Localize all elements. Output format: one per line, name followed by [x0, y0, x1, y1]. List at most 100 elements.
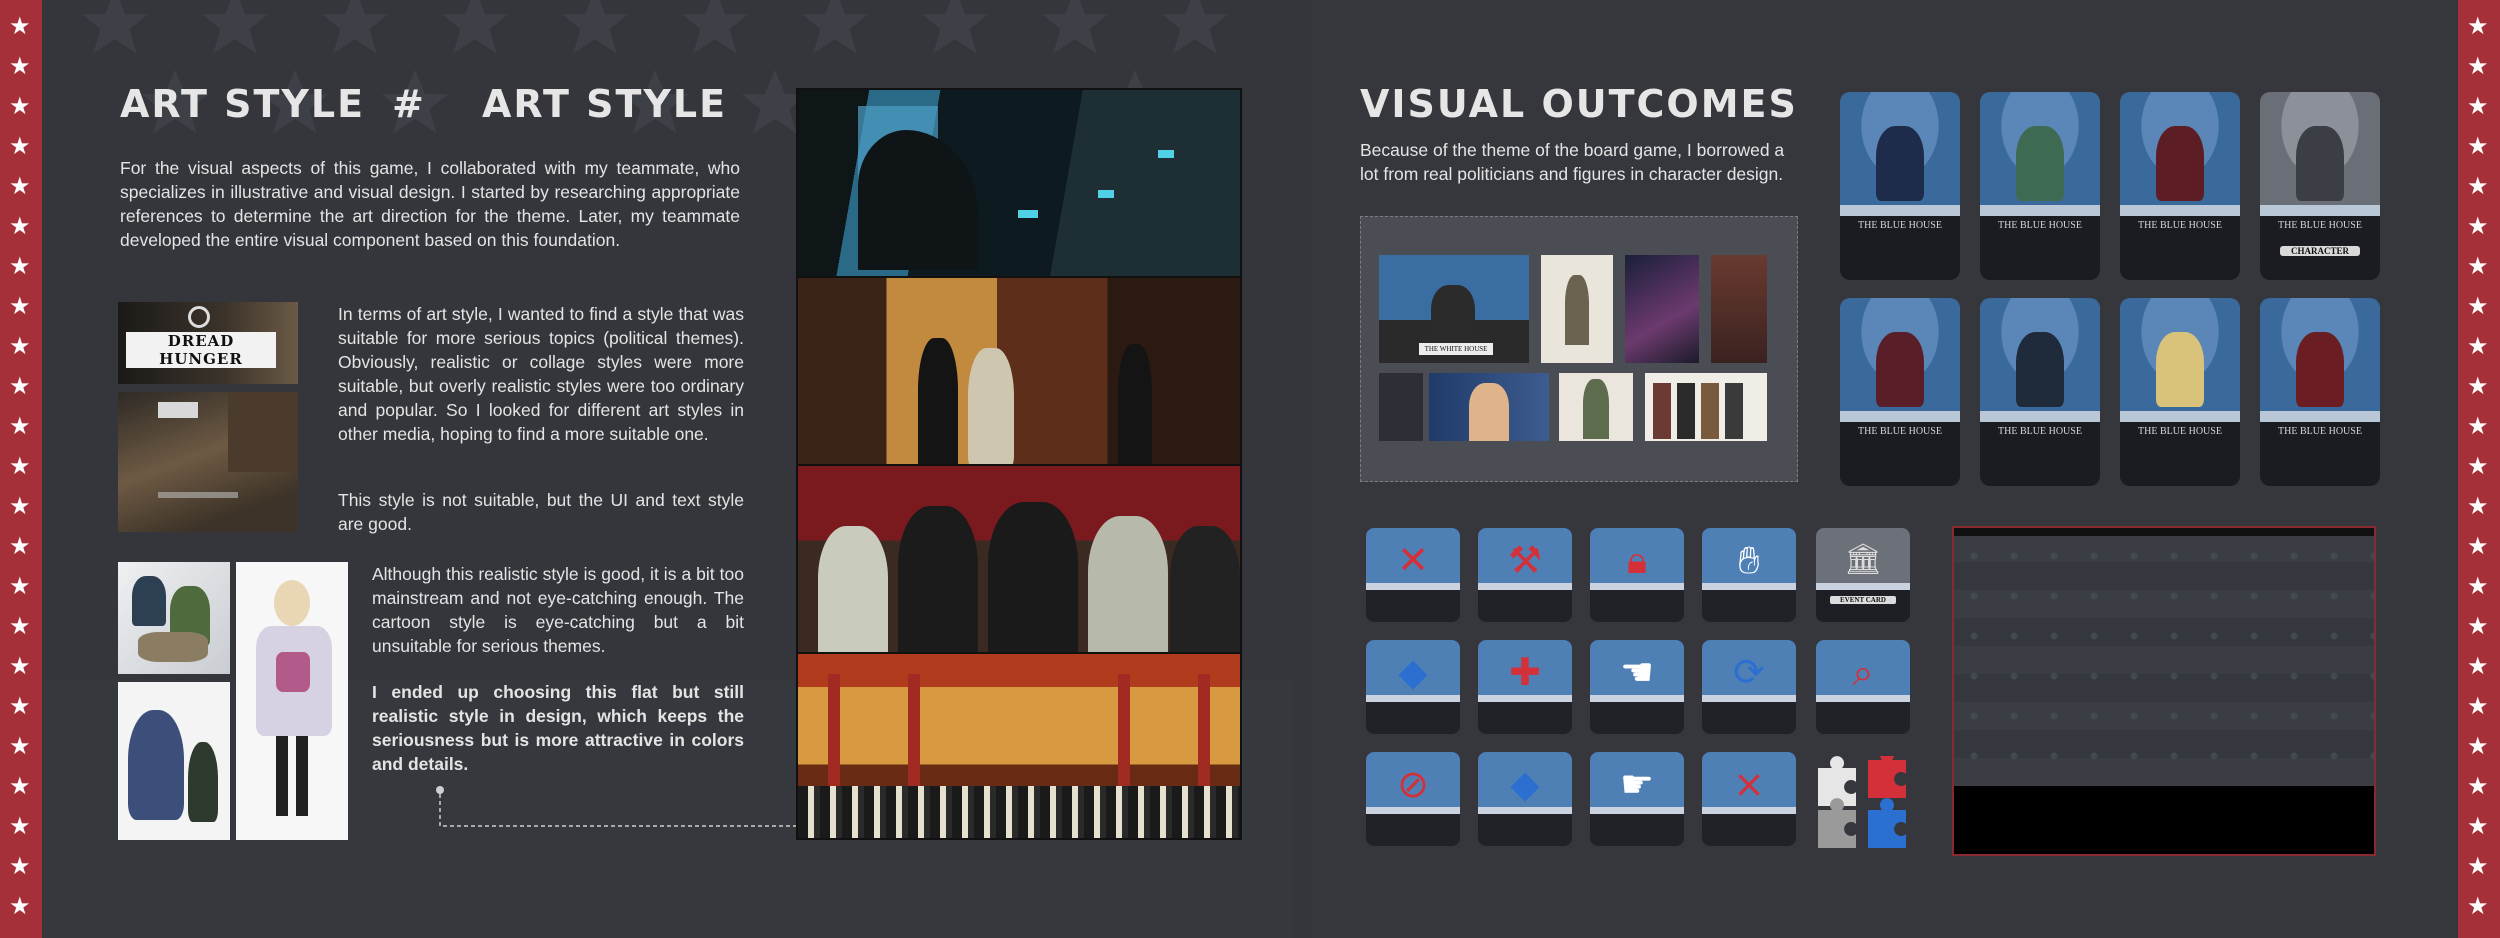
card-banner [2260, 204, 2380, 217]
hand-icon: ☚ [1619, 650, 1655, 694]
star-icon: ★ [9, 892, 31, 920]
star-icon: ★ [9, 732, 31, 760]
film-still-blue-room [796, 88, 1242, 278]
action-card-hammer[interactable]: ⚒ [1478, 528, 1572, 622]
floating-paper [1098, 190, 1114, 198]
puzzle-pieces [1818, 756, 1906, 848]
card-banner [1478, 582, 1572, 591]
card-banner [2260, 410, 2380, 423]
character-figure [2296, 331, 2344, 408]
star-icon: ★ [2467, 12, 2489, 40]
multiply-icon: × [1733, 762, 1765, 806]
coat-figure [1583, 379, 1609, 439]
left-star-stripe: ★ ★ ★ ★ ★ ★ ★ ★ ★ ★ ★ ★ ★ ★ ★ ★ ★ ★ ★ ★ … [0, 0, 42, 938]
card-banner [1980, 204, 2100, 217]
card-banner [1366, 694, 1460, 703]
floating-paper [1158, 150, 1174, 158]
character-figure [2156, 331, 2204, 408]
character-card-woman[interactable]: THE BLUE HOUSE [1980, 92, 2100, 280]
star-icon: ★ [2467, 852, 2489, 880]
board-bottom-bar [1954, 786, 2374, 854]
action-card-capture[interactable]: ✋︎ [1702, 528, 1796, 622]
card-title: THE BLUE HOUSE [1998, 425, 2082, 437]
dread-hunger-logo: DREAD HUNGER [126, 332, 276, 368]
star-icon: ★ [2467, 372, 2489, 400]
character-card-rabbit[interactable]: THE BLUE HOUSE [2260, 298, 2380, 486]
diamond-icon: ◆ [1398, 650, 1428, 694]
action-card-double[interactable]: × [1702, 752, 1796, 846]
star-icon: ★ [2467, 892, 2489, 920]
card-banner [2120, 204, 2240, 217]
card-banner [1702, 806, 1796, 815]
character-figure [2156, 125, 2204, 202]
character-card-president[interactable]: THE BLUE HOUSE [1840, 92, 1960, 280]
card-title: THE BLUE HOUSE [2138, 425, 2222, 437]
star-icon: ★ [2467, 332, 2489, 360]
event-card[interactable]: 🏛︎ EVENT CARD [1816, 528, 1910, 622]
star-icon: ★ [9, 492, 31, 520]
star-icon: ★ [2467, 172, 2489, 200]
character-figure [1876, 125, 1924, 202]
politician-figure [1469, 383, 1509, 441]
ship-wall [228, 392, 298, 472]
action-card-give[interactable]: ☛ [1590, 752, 1684, 846]
star-icon: ★ [9, 292, 31, 320]
film-still-grand-hall [796, 652, 1242, 840]
reference-image-dread-hunger: DREAD HUNGER [118, 302, 298, 384]
action-card-block[interactable]: ⊘ [1366, 752, 1460, 846]
silhouette-figure [858, 130, 978, 270]
star-icon: ★ [9, 92, 31, 120]
star-icon: ★ [2467, 52, 2489, 80]
action-card-merge[interactable]: ✚ [1478, 640, 1572, 734]
character-card-worker[interactable]: THE BLUE HOUSE [2120, 298, 2240, 486]
reference-lineup-photo [1645, 373, 1767, 441]
star-icon: ★ [2467, 92, 2489, 120]
character-card-hat-man[interactable]: THE BLUE HOUSE [1840, 298, 1960, 486]
star-icon: ★ [2467, 212, 2489, 240]
politician-speech-photo [1429, 373, 1549, 441]
puzzle-icon: ✚ [1509, 650, 1541, 694]
art-style-heading-left: ART STYLE [120, 82, 366, 126]
star-icon: ★ [2467, 612, 2489, 640]
hand-give-icon: ☛ [1619, 762, 1655, 806]
speaker-figure [1431, 285, 1475, 345]
card-banner [1840, 204, 1960, 217]
star-icon: ★ [2467, 252, 2489, 280]
unsuitable-paragraph: This style is not suitable, but the UI a… [338, 490, 744, 534]
action-card-cancel[interactable]: ✕ [1366, 528, 1460, 622]
character-card-official[interactable]: THE BLUE HOUSE [2120, 92, 2240, 280]
game-ui-logo [158, 402, 198, 418]
crowd-figure [898, 506, 978, 652]
character-card-back[interactable]: THE BLUE HOUSE CHARACTER [2260, 92, 2380, 280]
card-banner [1816, 582, 1910, 591]
character-card-cowboy[interactable]: THE BLUE HOUSE [1980, 298, 2100, 486]
cartoon-figure [132, 576, 166, 626]
event-card-label: EVENT CARD [1830, 595, 1896, 604]
style-paragraph: In terms of art style, I wanted to find … [338, 304, 744, 444]
action-card-steal[interactable]: ☚ [1590, 640, 1684, 734]
action-card-swap[interactable]: ⟳ [1702, 640, 1796, 734]
reference-sketch-photo [1541, 255, 1613, 363]
board-star-pattern [1954, 536, 2374, 786]
star-icon: ★ [9, 852, 31, 880]
star-icon: ★ [9, 52, 31, 80]
visual-outcomes-intro: Because of the theme of the board game, … [1360, 140, 1785, 184]
action-card-inspect[interactable]: ⌕ [1816, 640, 1910, 734]
card-title: THE BLUE HOUSE [2278, 425, 2362, 437]
figure-suit [918, 338, 958, 464]
card-banner [1816, 694, 1910, 703]
anchor-icon [188, 306, 210, 328]
character-leg [296, 736, 308, 816]
card-banner [1702, 582, 1796, 591]
action-card-trade[interactable]: ◆ [1478, 752, 1572, 846]
character-head [274, 580, 310, 626]
cartoon-figure [188, 742, 218, 822]
swap-icon: ⟳ [1733, 650, 1765, 694]
action-card-lock[interactable]: 🔒︎ [1590, 528, 1684, 622]
game-hud-bar [158, 492, 238, 498]
art-style-heading-right: ART STYLE [482, 82, 728, 126]
cartoon-figure [138, 632, 208, 662]
star-icon: ★ [9, 532, 31, 560]
card-banner [1840, 410, 1960, 423]
action-card-puzzle-piece[interactable]: ◆ [1366, 640, 1460, 734]
